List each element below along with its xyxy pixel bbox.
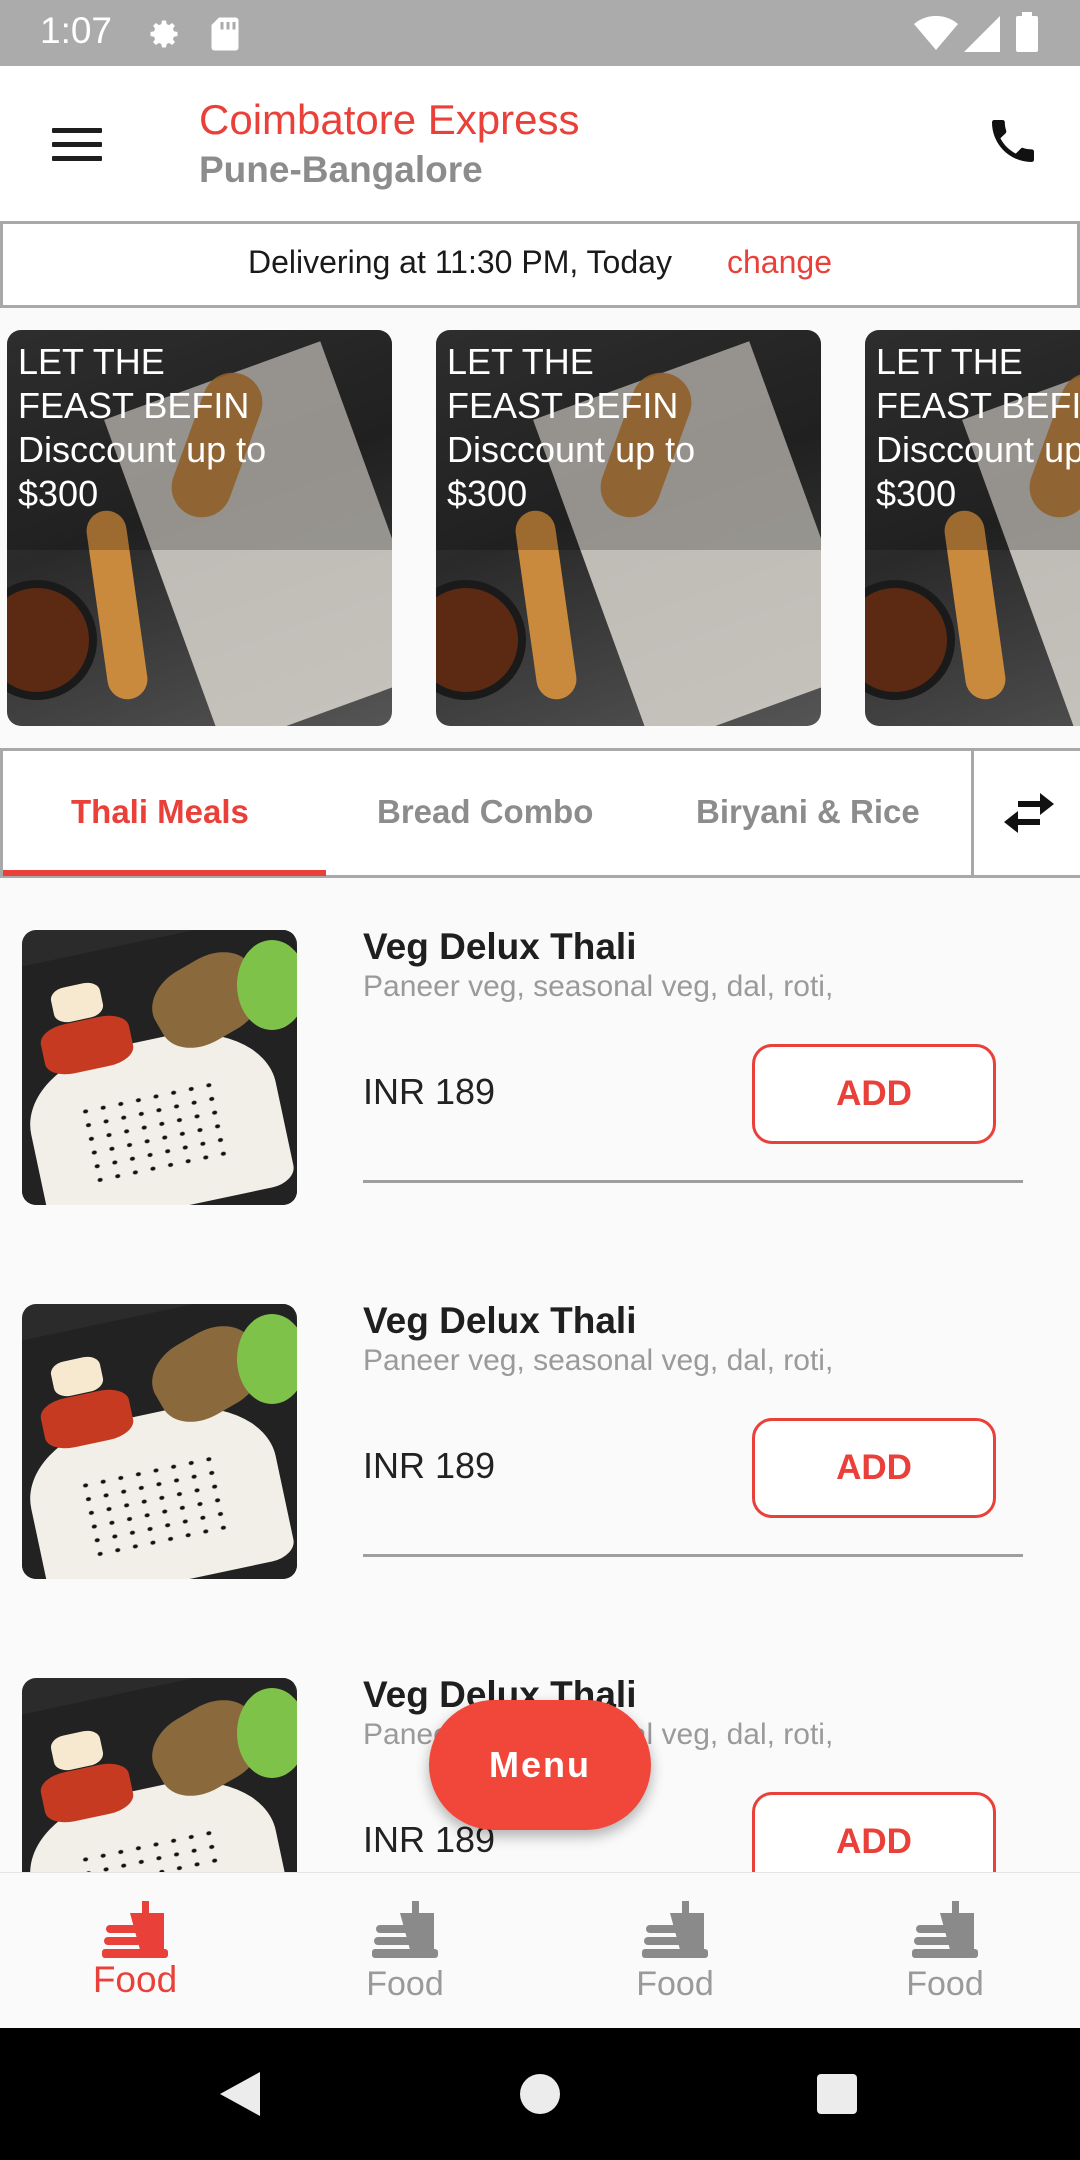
- status-bar: 1:07: [0, 0, 1080, 66]
- item-description: Paneer veg, seasonal veg, dal, roti,: [363, 1344, 834, 1377]
- battery-icon: [1016, 12, 1038, 52]
- sd-card-icon: [211, 17, 239, 51]
- back-icon[interactable]: [218, 2070, 262, 2118]
- recents-icon[interactable]: [817, 2074, 857, 2114]
- delivery-bar: Delivering at 11:30 PM, Today change: [0, 221, 1080, 308]
- bottom-nav-label: Food: [636, 1965, 714, 2003]
- thali-image: [22, 1304, 297, 1579]
- item-name: Veg Delux Thali: [363, 1300, 637, 1341]
- promo-banner-text: LET THEFEAST BEFINDisccount up to$300: [876, 341, 1080, 514]
- swap-button[interactable]: [971, 751, 1080, 875]
- tab-bread-combo[interactable]: Bread Combo: [377, 793, 593, 831]
- bottom-nav-label: Food: [92, 1959, 178, 2000]
- bottom-nav-item-food[interactable]: Food: [810, 1873, 1080, 2029]
- food-tray-icon: [642, 1901, 708, 1958]
- app-title: Coimbatore Express: [199, 96, 580, 143]
- divider: [363, 1554, 1023, 1557]
- bottom-navigation: Food Food Food Food: [0, 1872, 1080, 2028]
- system-navigation-bar: [0, 2028, 1080, 2160]
- food-tray-icon: [372, 1901, 438, 1958]
- bottom-nav-item-food[interactable]: Food: [540, 1873, 810, 2029]
- tab-thali-meals[interactable]: Thali Meals: [71, 793, 249, 831]
- thali-image: [22, 930, 297, 1205]
- item-price: INR 189: [363, 1445, 496, 1486]
- tab-biryani-rice[interactable]: Biryani & Rice: [696, 793, 920, 831]
- change-delivery-link[interactable]: change: [727, 244, 832, 281]
- promo-banner-carousel[interactable]: LET THE FEAST BEFIN Disccount up to $300 LE…: [0, 330, 1080, 726]
- promo-banner-text: LET THEFEAST BEFINDisccount up to$300: [447, 341, 696, 514]
- bottom-nav-item-food[interactable]: Food: [0, 1873, 270, 2029]
- thali-image: [22, 1678, 297, 1872]
- promo-banner-text: LET THEFEAST BEFINDisccount up to$300: [18, 341, 267, 514]
- app-subtitle: Pune-Bangalore: [199, 149, 483, 190]
- menu-fab-button[interactable]: Menu: [429, 1700, 651, 1830]
- status-time: 1:07: [40, 10, 113, 51]
- food-tray-icon: [102, 1901, 168, 1958]
- delivery-time-text: Delivering at 11:30 PM, Today: [248, 244, 672, 280]
- list-item: Veg Delux Thali Paneer veg, seasonal veg…: [0, 878, 1080, 1252]
- list-item: Veg Delux Thali Paneer veg, seasonal veg…: [0, 1252, 1080, 1626]
- phone-icon[interactable]: [985, 113, 1041, 169]
- bottom-nav-label: Food: [906, 1965, 984, 2003]
- promo-banner[interactable]: LET THEFEAST BEFINDisccount up to$300: [865, 330, 1080, 726]
- settings-icon: [150, 20, 178, 48]
- add-button[interactable]: ADD: [752, 1044, 996, 1144]
- bottom-nav-label: Food: [366, 1965, 444, 2003]
- item-price: INR 189: [363, 1071, 496, 1112]
- category-tab-bar: Thali Meals Bread Combo Biryani & Rice: [0, 748, 1080, 878]
- app-bar: Coimbatore Express Pune-Bangalore: [0, 66, 1080, 221]
- add-button[interactable]: ADD: [752, 1418, 996, 1518]
- item-name: Veg Delux Thali: [363, 926, 637, 967]
- item-description: Paneer veg, seasonal veg, dal, roti,: [363, 970, 834, 1003]
- home-icon[interactable]: [520, 2074, 560, 2114]
- promo-banner[interactable]: LET THEFEAST BEFINDisccount up to$300: [436, 330, 821, 726]
- add-button[interactable]: ADD: [752, 1792, 996, 1872]
- active-tab-indicator: [3, 870, 326, 876]
- bottom-nav-item-food[interactable]: Food: [270, 1873, 540, 2029]
- signal-icon: [964, 16, 1000, 52]
- food-tray-icon: [912, 1901, 978, 1958]
- divider: [363, 1180, 1023, 1183]
- wifi-icon: [914, 16, 958, 50]
- hamburger-menu-icon[interactable]: [52, 128, 102, 162]
- promo-banner[interactable]: LET THEFEAST BEFINDisccount up to$300: [7, 330, 392, 726]
- swap-arrows-icon: [1004, 793, 1054, 833]
